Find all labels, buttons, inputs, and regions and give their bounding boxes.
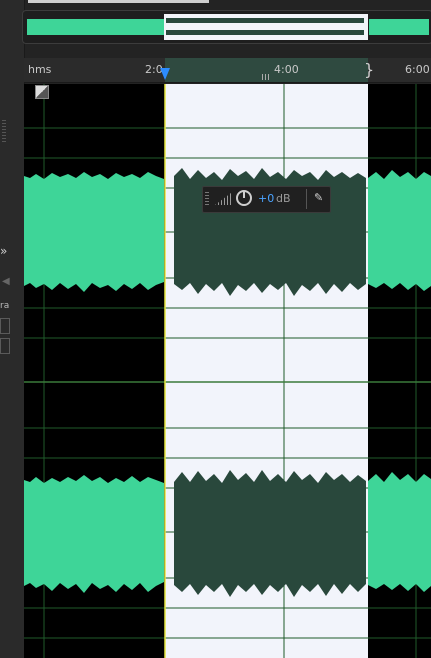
hud-drag-handle-icon[interactable] (205, 192, 209, 207)
panel-label-fragment: ra (0, 301, 10, 311)
panel-button[interactable] (0, 338, 10, 354)
overview-selection[interactable] (164, 14, 368, 40)
volume-unit: dB (276, 192, 291, 205)
panel-expand-icon[interactable]: » (0, 244, 14, 258)
selection-end-bracket-icon[interactable]: } (364, 60, 374, 79)
volume-knob[interactable] (236, 190, 252, 206)
zoom-toggle-icon[interactable] (35, 85, 49, 99)
ruler-unit-label: hms (28, 63, 52, 76)
hud-divider (306, 189, 307, 209)
ruler-ticks (262, 74, 270, 80)
waveform-svg (24, 84, 431, 658)
playhead-marker-icon[interactable] (160, 68, 170, 80)
left-arrow-icon[interactable]: ◀ (2, 276, 12, 287)
level-meter-icon (215, 193, 231, 205)
pin-icon[interactable]: ✎ (314, 191, 323, 204)
left-panel-edge: » ◀ ra (0, 0, 25, 658)
ruler-tick-label: 6:00 (405, 63, 430, 76)
volume-hud[interactable]: +0 dB ✎ (202, 186, 331, 213)
panel-button[interactable] (0, 318, 10, 334)
channel-right-waveform (24, 470, 431, 597)
overview-scroll-indicator[interactable] (28, 0, 209, 3)
scroll-grip[interactable] (2, 120, 6, 144)
volume-value[interactable]: +0 (258, 192, 274, 205)
ruler-tick-label: 4:00 (274, 63, 299, 76)
